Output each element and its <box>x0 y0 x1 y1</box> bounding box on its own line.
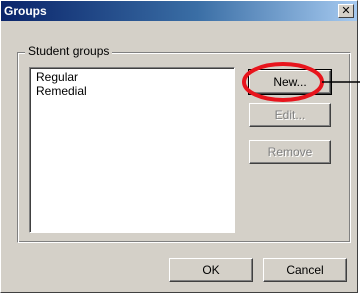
student-groups-label: Student groups <box>25 44 113 59</box>
ok-button[interactable]: OK <box>169 258 253 282</box>
list-item[interactable]: Regular <box>36 70 78 84</box>
remove-button[interactable]: Remove <box>249 140 331 164</box>
edit-button[interactable]: Edit... <box>249 103 331 127</box>
window-title: Groups <box>4 4 47 18</box>
list-item[interactable]: Remedial <box>36 84 87 98</box>
title-bar[interactable]: Groups ✕ <box>1 1 357 21</box>
groups-listbox[interactable]: Regular Remedial <box>29 67 235 233</box>
close-button[interactable]: ✕ <box>338 4 354 18</box>
close-icon: ✕ <box>341 4 351 17</box>
cancel-button[interactable]: Cancel <box>263 258 347 282</box>
new-button[interactable]: New... <box>248 69 332 95</box>
